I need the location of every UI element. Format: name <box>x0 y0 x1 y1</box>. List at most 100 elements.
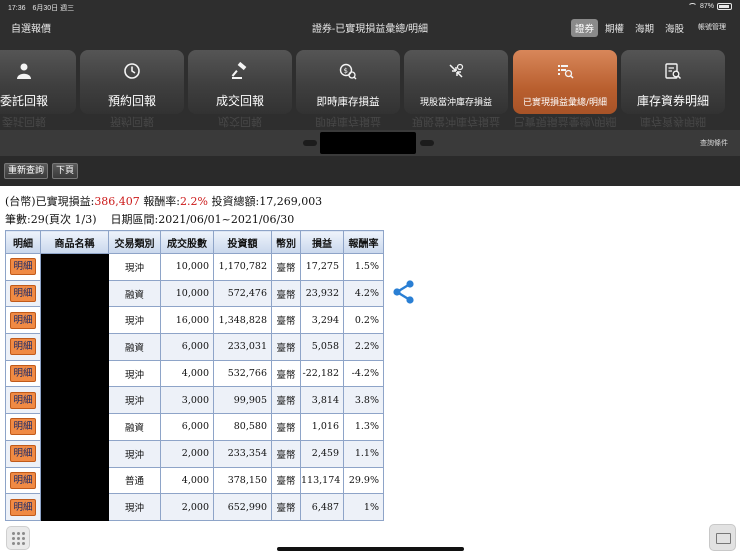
table-row: 明細 現沖 10,000 1,170,782 臺幣 17,275 1.5% <box>5 253 384 281</box>
currency-cell: 臺幣 <box>271 466 301 495</box>
home-indicator[interactable] <box>277 547 464 551</box>
account-redacted[interactable] <box>320 132 416 154</box>
toolbar: 重新查詢 下頁 <box>0 156 740 186</box>
detail-button[interactable]: 明細 <box>10 498 36 516</box>
return-rate-cell: 29.9% <box>343 466 384 495</box>
tab-futures-options[interactable]: 期權 <box>601 19 628 37</box>
detail-button[interactable]: 明細 <box>10 311 36 329</box>
header-shares: 成交股數 <box>160 230 214 254</box>
tile-order-report[interactable]: 委託回報 <box>0 50 76 114</box>
share-icon[interactable] <box>391 279 417 305</box>
pl-summary: (台幣)已實現損益:386,407 報酬率:2.2% 投資總額:17,269,0… <box>5 193 322 209</box>
pl-cell: 1,016 <box>300 413 344 441</box>
user-icon <box>0 62 76 84</box>
pl-cell: 17,275 <box>300 253 344 281</box>
currency-cell: 臺幣 <box>271 306 301 335</box>
table-row: 明細 現沖 4,000 532,766 臺幣 -22,182 -4.2% <box>5 359 384 388</box>
detail-button[interactable]: 明細 <box>10 285 36 303</box>
app-grid-button[interactable] <box>6 526 30 550</box>
tile-deal-report[interactable]: 成交回報 <box>188 50 292 114</box>
detail-button[interactable]: 明細 <box>10 258 36 276</box>
shares-cell: 2,000 <box>160 493 214 521</box>
detail-button[interactable]: 明細 <box>10 391 36 409</box>
count-value: 29 <box>30 213 45 226</box>
tile-reflection: 委託回報 <box>2 116 46 128</box>
detail-button[interactable]: 明細 <box>10 365 36 383</box>
tile-realized-pl-summary[interactable]: 已實現損益彙總/明細 <box>513 50 617 114</box>
pl-cell: 2,459 <box>300 439 344 468</box>
keyboard-icon[interactable] <box>709 524 736 551</box>
detail-cell: 明細 <box>5 466 41 495</box>
shares-cell: 6,000 <box>160 333 214 361</box>
detail-button[interactable]: 明細 <box>10 445 36 463</box>
return-rate-cell: 2.2% <box>343 333 384 361</box>
pl-cell: 5,058 <box>300 333 344 361</box>
record-summary: 筆數:29(頁次 1/3) 日期區間:2021/06/01~2021/06/30 <box>5 211 294 227</box>
next-page-button[interactable]: 下頁 <box>52 163 79 179</box>
account-prev-handle[interactable] <box>303 140 317 146</box>
currency-cell: 臺幣 <box>271 253 301 281</box>
wifi-icon <box>687 3 697 10</box>
tile-label: 庫存資券明細 <box>636 94 709 108</box>
tile-reservation-report[interactable]: 預約回報 <box>80 50 184 114</box>
tile-daytrade-inventory-pl[interactable]: 現股當沖庫存損益 <box>404 50 508 114</box>
tile-reflection: 庫存資券明細 <box>640 116 706 128</box>
page-info: (頁次 1/3) <box>44 213 97 226</box>
currency-cell: 臺幣 <box>271 413 301 441</box>
tile-realtime-inventory-pl[interactable]: $ 即時庫存損益 <box>296 50 400 114</box>
investment-cell: 80,580 <box>213 413 272 441</box>
tile-label: 成交回報 <box>215 94 264 108</box>
date-range-label: 日期區間: <box>110 213 159 226</box>
account-next-handle[interactable] <box>420 140 434 146</box>
tile-inventory-margin-detail[interactable]: 庫存資券明細 <box>621 50 725 114</box>
refresh-button[interactable]: 重新查詢 <box>4 163 49 179</box>
tab-overseas-stocks[interactable]: 海股 <box>661 19 688 37</box>
shares-cell: 4,000 <box>160 359 214 388</box>
pl-cell: 23,932 <box>300 279 344 308</box>
shares-cell: 3,000 <box>160 386 214 415</box>
return-rate-cell: -4.2% <box>343 359 384 388</box>
header-trade-type: 交易類別 <box>108 230 161 254</box>
query-conditions-button[interactable]: 查詢條件 <box>700 138 728 148</box>
shares-cell: 2,000 <box>160 439 214 468</box>
battery-level: 87% <box>699 3 714 10</box>
detail-button[interactable]: 明細 <box>10 338 36 356</box>
currency-label: (台幣) <box>5 195 36 208</box>
account-management-button[interactable]: 帳號管理 <box>698 22 726 32</box>
table-body: 明細 現沖 10,000 1,170,782 臺幣 17,275 1.5% 明細 融資 10,00… <box>5 253 384 521</box>
detail-cell: 明細 <box>5 279 41 308</box>
tile-label: 委託回報 <box>0 94 48 108</box>
clock-icon <box>80 62 184 84</box>
total-investment-label: 投資總額: <box>211 195 260 208</box>
return-rate-cell: 0.2% <box>343 306 384 335</box>
detail-button[interactable]: 明細 <box>10 471 36 489</box>
tab-overseas-futures[interactable]: 海期 <box>631 19 658 37</box>
table-row: 明細 融資 10,000 572,476 臺幣 23,932 4.2% <box>5 279 384 308</box>
date-range-value: 2021/06/01~2021/06/30 <box>158 213 295 226</box>
trade-type-cell: 現沖 <box>108 386 161 415</box>
tile-label: 預約回報 <box>107 94 156 108</box>
detail-cell: 明細 <box>5 253 41 281</box>
table-row: 明細 現沖 16,000 1,348,828 臺幣 3,294 0.2% <box>5 306 384 335</box>
product-name-redacted <box>40 493 109 521</box>
detail-button[interactable]: 明細 <box>10 418 36 436</box>
function-menu: 委託回報 預約回報 成交回報 $ 即時庫存損益 現股當沖庫存損益 已實現損益彙總… <box>0 40 740 130</box>
detail-cell: 明細 <box>5 306 41 335</box>
table-row: 明細 普通 4,000 378,150 臺幣 113,174 29.9% <box>5 466 384 495</box>
return-rate-cell: 1.3% <box>343 413 384 441</box>
count-label: 筆數: <box>5 213 31 226</box>
trade-type-cell: 現沖 <box>108 439 161 468</box>
shares-cell: 6,000 <box>160 413 214 441</box>
table-row: 明細 融資 6,000 80,580 臺幣 1,016 1.3% <box>5 413 384 441</box>
tab-securities[interactable]: 證券 <box>570 19 598 37</box>
product-name-redacted <box>40 466 109 495</box>
shares-cell: 16,000 <box>160 306 214 335</box>
product-name-redacted <box>40 439 109 468</box>
pl-cell: 113,174 <box>300 466 344 495</box>
swap-icon <box>404 62 508 84</box>
product-name-redacted <box>40 253 109 281</box>
investment-cell: 233,354 <box>213 439 272 468</box>
header-investment: 投資額 <box>213 230 272 254</box>
investment-cell: 233,031 <box>213 333 272 361</box>
trade-type-cell: 現沖 <box>108 253 161 281</box>
